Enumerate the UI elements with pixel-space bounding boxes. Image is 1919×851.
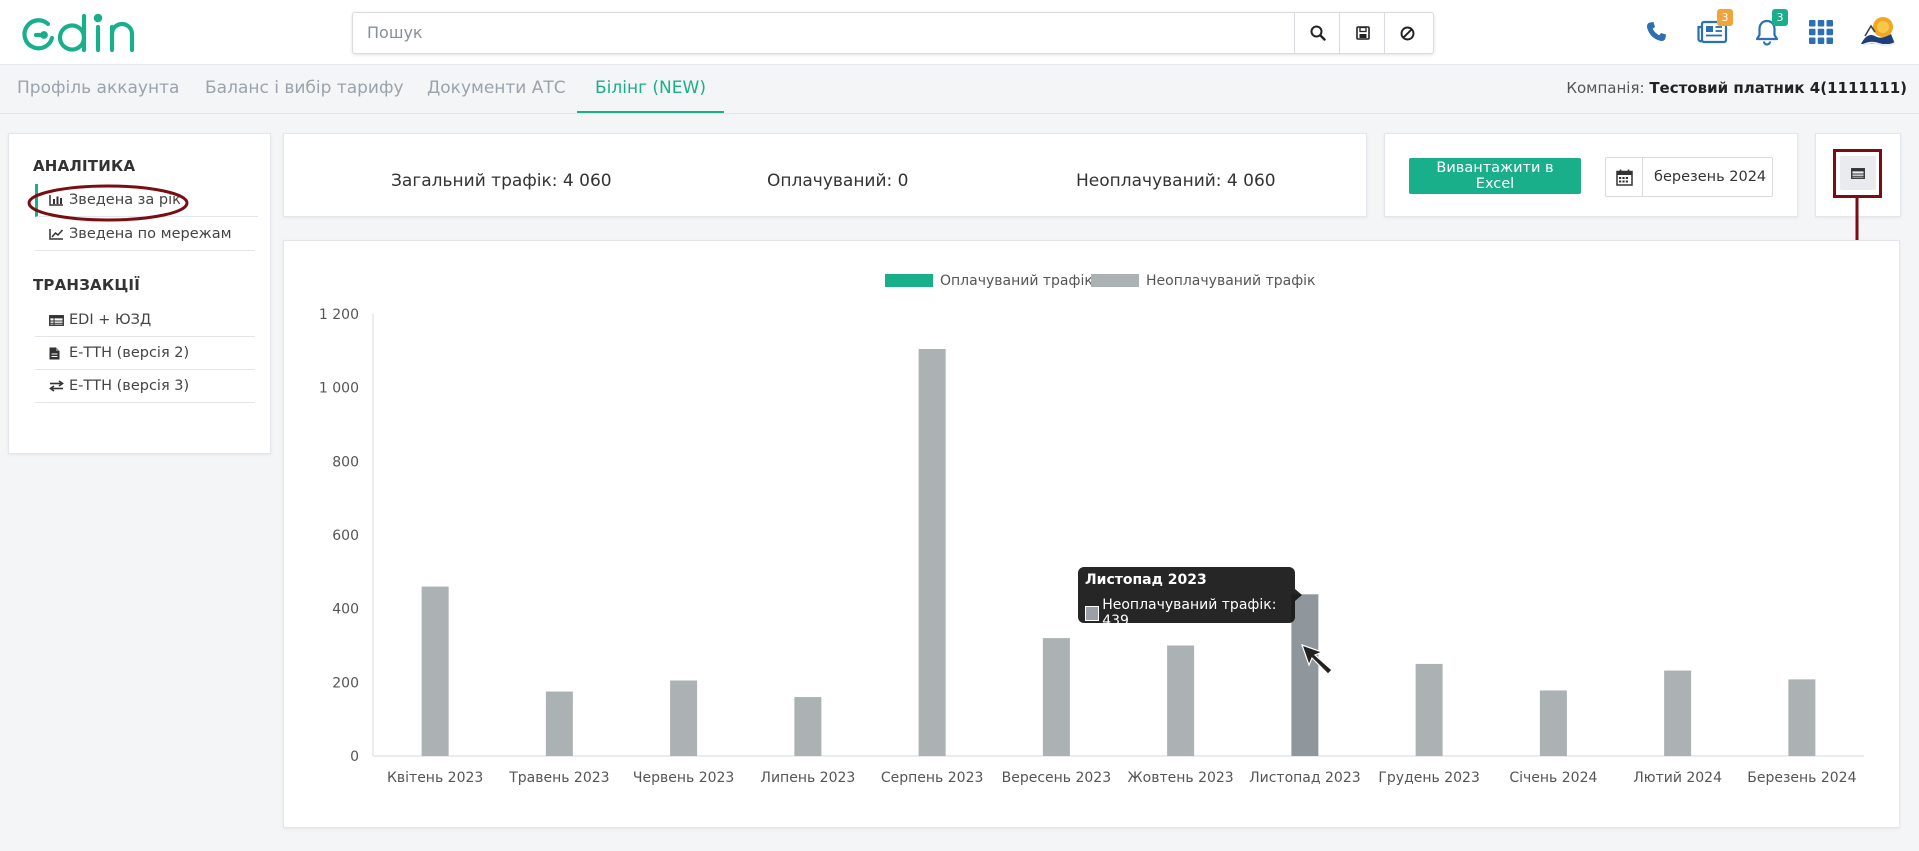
month-picker-value: березень 2024 xyxy=(1654,169,1767,185)
x-tick-label: Травень 2023 xyxy=(508,770,609,786)
sidebar-item-label: Е-ТТН (версія 3) xyxy=(69,378,190,394)
tooltip-text: Неоплачуваний трафік: 439 xyxy=(1102,597,1277,629)
top-bar: 3 3 xyxy=(0,0,1919,65)
traffic-stats-panel: Загальний трафік: 4 060 Оплачуваний: 0 Н… xyxy=(283,133,1367,217)
bar-unpaid xyxy=(670,680,698,756)
bar-unpaid xyxy=(1539,690,1567,756)
phone-icon xyxy=(1646,22,1666,42)
sidebar-item-label: EDI + ЮЗД xyxy=(69,312,152,328)
x-tick-label: Квітень 2023 xyxy=(387,770,483,786)
legend-label-paid: Оплачуваний трафік xyxy=(940,273,1093,289)
bar-unpaid xyxy=(918,348,946,756)
export-panel: Вивантажити в Excel березень 2024 xyxy=(1384,133,1798,217)
chart-panel: 0 200 400 600 800 1 000 1 200 Квітень 2023 Траве… xyxy=(283,240,1900,828)
unpaid-traffic: Неоплачуваний: 4 060 xyxy=(1076,171,1276,191)
tooltip-caret xyxy=(1295,589,1302,601)
x-tick-label: Жовтень 2023 xyxy=(1128,770,1234,786)
y-tick-label: 600 xyxy=(332,528,359,544)
bar-unpaid xyxy=(1415,663,1443,756)
x-tick-label: Вересень 2023 xyxy=(1002,770,1112,786)
legend-label-unpaid: Неоплачуваний трафік xyxy=(1146,273,1316,289)
exchange-icon xyxy=(49,380,65,392)
search-button[interactable] xyxy=(1294,13,1340,53)
line-chart-icon xyxy=(49,228,65,240)
legend-swatch-unpaid xyxy=(1091,274,1139,287)
sidebar-item-label: Е-ТТН (версія 2) xyxy=(69,345,190,361)
bar-unpaid xyxy=(1042,638,1070,756)
y-tick-label: 200 xyxy=(332,675,359,691)
chart-tooltip: Листопад 2023 Неоплачуваний трафік: 439 xyxy=(1078,567,1295,629)
y-tick-label: 1 200 xyxy=(319,307,359,323)
x-tick-label: Липень 2023 xyxy=(760,770,855,786)
file-icon xyxy=(49,347,65,360)
tab-account-profile[interactable]: Профіль аккаунта xyxy=(17,65,179,111)
tab-ats-documents[interactable]: Документи АТС xyxy=(427,65,566,111)
bar-unpaid xyxy=(1167,645,1195,756)
search-input[interactable] xyxy=(353,13,1321,51)
company-label: Компанія: xyxy=(1566,79,1645,97)
news-button[interactable]: 3 xyxy=(1695,9,1733,50)
save-icon xyxy=(1355,26,1370,40)
tab-balance-tariff[interactable]: Баланс і вибір тарифу xyxy=(205,65,404,111)
search-bar xyxy=(352,12,1434,54)
x-tick-label: Грудень 2023 xyxy=(1378,770,1480,786)
clear-search-button[interactable] xyxy=(1384,13,1430,53)
annotation-ellipse xyxy=(27,184,189,222)
bar-unpaid xyxy=(1664,670,1692,756)
phone-button[interactable] xyxy=(1639,14,1673,50)
company-info: Компанія: Тестовий платник 4(1111111) xyxy=(1566,65,1907,111)
x-tick-label: Січень 2024 xyxy=(1509,770,1597,786)
search-icon xyxy=(1310,25,1326,41)
y-tick-label: 0 xyxy=(350,749,359,765)
y-tick-label: 1 000 xyxy=(319,381,359,397)
user-avatar[interactable] xyxy=(1857,14,1897,50)
bar-unpaid xyxy=(545,691,573,756)
paid-traffic: Оплачуваний: 0 xyxy=(767,171,909,191)
table-icon xyxy=(49,314,65,326)
sidebar-item-label: Зведена по мережам xyxy=(69,226,232,242)
bar-unpaid xyxy=(1788,679,1816,756)
tooltip-swatch xyxy=(1085,605,1100,621)
total-traffic: Загальний трафік: 4 060 xyxy=(391,171,612,191)
account-tabs: Профіль аккаунта Баланс і вибір тарифу Д… xyxy=(0,65,1919,114)
bar-unpaid xyxy=(794,697,822,756)
x-tick-label: Лютий 2024 xyxy=(1633,770,1722,786)
sidebar-item-edi[interactable]: EDI + ЮЗД xyxy=(35,304,255,337)
sidebar-heading-transactions: ТРАНЗАКЦІЇ xyxy=(33,276,140,294)
save-search-button[interactable] xyxy=(1339,13,1385,53)
notifications-badge: 3 xyxy=(1772,9,1788,26)
grid-apps-icon xyxy=(1809,20,1833,44)
x-tick-label: Червень 2023 xyxy=(633,770,734,786)
sidebar-item-ettn-v2[interactable]: Е-ТТН (версія 2) xyxy=(35,337,255,370)
news-badge: 3 xyxy=(1717,9,1733,26)
calendar-icon xyxy=(1606,158,1643,196)
annotation-highlight-box xyxy=(1833,149,1882,198)
ban-icon xyxy=(1400,26,1415,40)
x-tick-label: Березень 2024 xyxy=(1747,770,1856,786)
legend-swatch-paid xyxy=(885,274,933,287)
tab-billing[interactable]: Білінг (NEW) xyxy=(577,65,724,113)
month-picker[interactable]: березень 2024 xyxy=(1605,157,1773,197)
y-tick-label: 800 xyxy=(332,454,359,470)
mouse-cursor-icon xyxy=(1301,644,1333,675)
apps-menu-button[interactable] xyxy=(1804,14,1838,50)
notifications-button[interactable]: 3 xyxy=(1750,9,1788,50)
company-name: Тестовий платник 4(1111111) xyxy=(1649,79,1907,97)
tooltip-title: Листопад 2023 xyxy=(1085,572,1207,588)
avatar-icon xyxy=(1861,17,1896,47)
edin-logo[interactable] xyxy=(18,8,160,56)
x-tick-label: Серпень 2023 xyxy=(881,770,984,786)
traffic-bar-chart: 0 200 400 600 800 1 000 1 200 Квітень 2023 Траве… xyxy=(319,273,1864,786)
bar-unpaid xyxy=(421,586,449,756)
tooltip-row: Неоплачуваний трафік: 439 xyxy=(1085,597,1295,629)
export-excel-button[interactable]: Вивантажити в Excel xyxy=(1409,158,1581,194)
y-tick-label: 400 xyxy=(332,602,359,618)
x-tick-label: Листопад 2023 xyxy=(1249,770,1361,786)
sidebar-heading-analytics: АНАЛІТИКА xyxy=(33,157,136,175)
sidebar-item-ettn-v3[interactable]: Е-ТТН (версія 3) xyxy=(35,370,255,403)
